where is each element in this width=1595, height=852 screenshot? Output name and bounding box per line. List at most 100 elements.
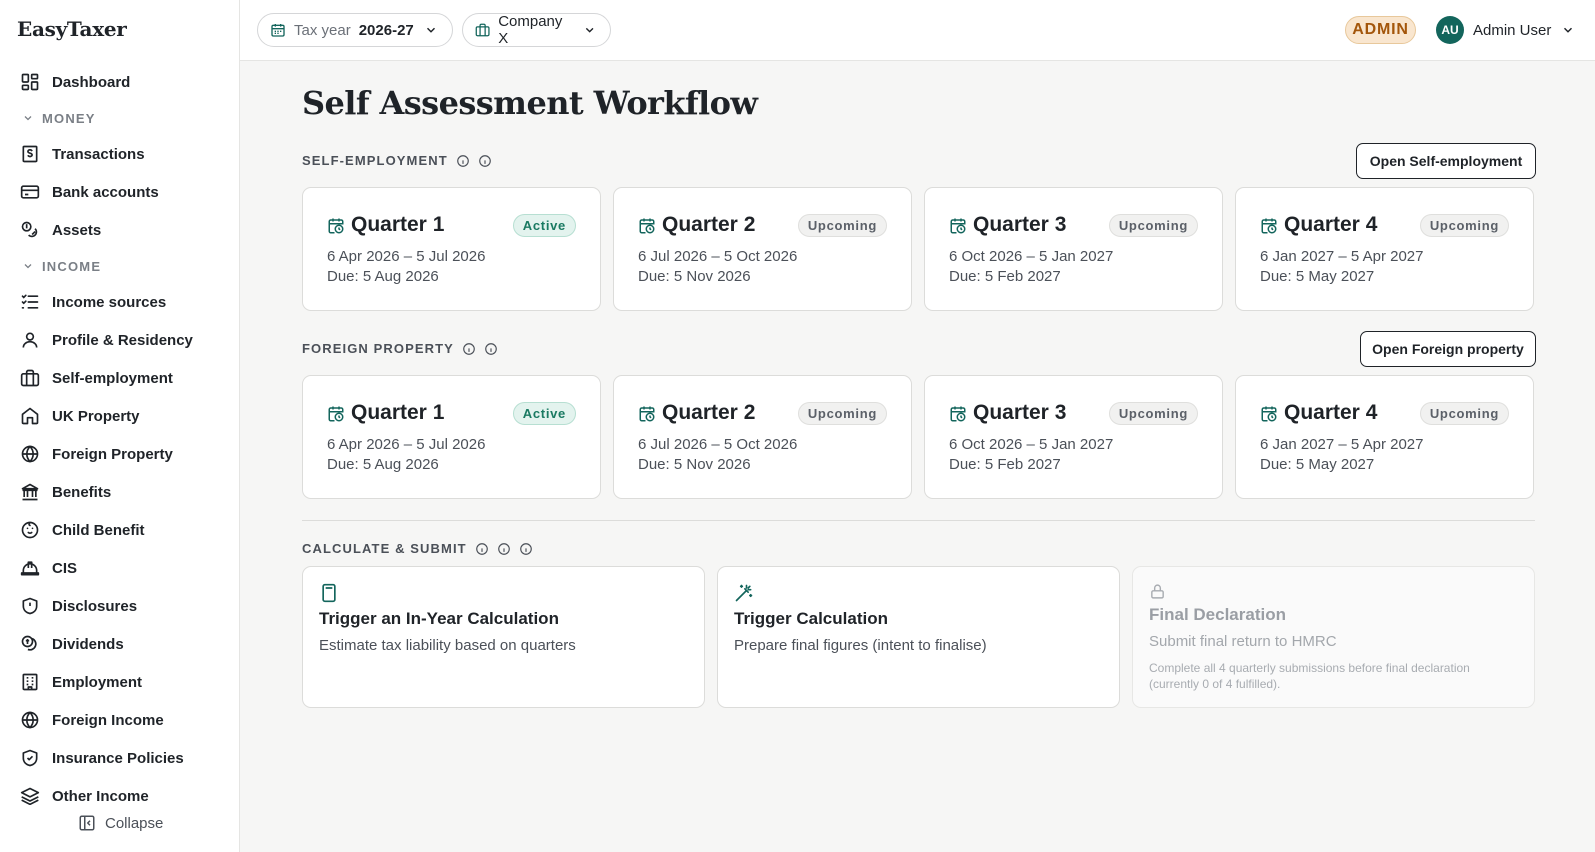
quarter-title: Quarter 2 <box>662 213 756 236</box>
chevron-down-icon <box>1564 27 1573 33</box>
sidebar-item-label: Foreign Property <box>52 445 173 463</box>
briefcase-icon <box>20 369 40 387</box>
user-icon <box>22 332 38 348</box>
quarter-due-date: Due: 5 Aug 2026 <box>327 268 439 285</box>
sidebar: EasyTaxer Dashboard MONEY Transactions B… <box>0 0 240 852</box>
info-icon[interactable] <box>478 154 492 168</box>
sidebar-item-disclosures[interactable]: Disclosures <box>0 587 239 625</box>
page-title: Self Assessment Workflow <box>302 84 758 122</box>
quarter-period: 6 Oct 2026 – 5 Jan 2027 <box>949 436 1114 453</box>
card-description: Submit final return to HMRC <box>1149 633 1337 650</box>
receipt-icon <box>22 145 38 163</box>
role-badge: ADMIN <box>1345 16 1416 44</box>
sidebar-section-label: MONEY <box>42 110 96 126</box>
quarter-period: 6 Jul 2026 – 5 Oct 2026 <box>638 436 798 453</box>
user-menu[interactable]: AU Admin User <box>1436 16 1575 44</box>
info-icon[interactable] <box>519 542 533 556</box>
building-icon <box>22 673 38 691</box>
foreign-property-quarter-4-card[interactable]: Quarter 4 Upcoming 6 Jan 2027 – 5 Apr 20… <box>1235 375 1534 499</box>
self-employment-quarter-3-card[interactable]: Quarter 3 Upcoming 6 Oct 2026 – 5 Jan 20… <box>924 187 1223 311</box>
company-selector[interactable]: Company X <box>462 13 611 47</box>
self-employment-quarter-2-card[interactable]: Quarter 2 Upcoming 6 Jul 2026 – 5 Oct 20… <box>613 187 912 311</box>
sidebar-item-profile-residency[interactable]: Profile & Residency <box>0 321 239 359</box>
sidebar-item-self-employment[interactable]: Self-employment <box>0 359 239 397</box>
sidebar-item-label: Employment <box>52 673 143 691</box>
sidebar-section-money[interactable]: MONEY <box>0 101 239 135</box>
bank-card-icon <box>20 185 40 199</box>
lock-icon <box>1151 584 1164 599</box>
section-label-text: CALCULATE & SUBMIT <box>302 541 467 556</box>
sidebar-item-label: Disclosures <box>52 597 138 615</box>
card-title: Final Declaration <box>1149 605 1286 624</box>
sidebar-item-foreign-income[interactable]: Foreign Income <box>0 701 239 739</box>
info-icon[interactable] <box>462 342 476 356</box>
quarter-title: Quarter 2 <box>662 401 756 424</box>
sidebar-item-cis[interactable]: CIS <box>0 549 239 587</box>
sidebar-item-foreign-property[interactable]: Foreign Property <box>0 435 239 473</box>
quarter-title: Quarter 3 <box>973 213 1067 236</box>
card-note: Complete all 4 quarterly submissions bef… <box>1149 661 1470 691</box>
sidebar-item-dividends[interactable]: Dividends <box>0 625 239 663</box>
sidebar-item-transactions[interactable]: Transactions <box>0 135 239 173</box>
house-icon <box>21 407 39 425</box>
shield-icon <box>22 597 38 615</box>
app-logo[interactable]: EasyTaxer <box>17 17 127 41</box>
sidebar-item-income-sources[interactable]: Income sources <box>0 283 239 321</box>
quarter-due-date: Due: 5 Aug 2026 <box>327 456 439 473</box>
in-year-calculation-card[interactable]: Trigger an In-Year Calculation Estimate … <box>302 566 705 708</box>
info-icon[interactable] <box>484 342 498 356</box>
sidebar-item-label: Self-employment <box>52 369 173 387</box>
sidebar-item-dashboard[interactable]: Dashboard <box>0 63 239 101</box>
sidebar-item-label: Insurance Policies <box>52 749 184 767</box>
open-foreign-property-button[interactable]: Open Foreign property <box>1360 331 1536 367</box>
section-foreign-property-label: FOREIGN PROPERTY <box>302 341 498 356</box>
calendar-clock-icon <box>328 218 344 234</box>
section-self-employment-label: SELF-EMPLOYMENT <box>302 153 492 168</box>
open-self-employment-button[interactable]: Open Self-employment <box>1356 143 1536 179</box>
section-label-text: FOREIGN PROPERTY <box>302 341 454 356</box>
info-icon[interactable] <box>497 542 511 556</box>
calculator-icon <box>322 583 336 603</box>
chevron-down-icon <box>24 116 32 121</box>
info-icon[interactable] <box>475 542 489 556</box>
foreign-property-quarter-2-card[interactable]: Quarter 2 Upcoming 6 Jul 2026 – 5 Oct 20… <box>613 375 912 499</box>
sidebar-item-benefits[interactable]: Benefits <box>0 473 239 511</box>
self-employment-quarter-1-card[interactable]: Quarter 1 Active 6 Apr 2026 – 5 Jul 2026… <box>302 187 601 311</box>
sidebar-item-bank-accounts[interactable]: Bank accounts <box>0 173 239 211</box>
sidebar-section-income[interactable]: INCOME <box>0 249 239 283</box>
quarter-due-date: Due: 5 Feb 2027 <box>949 456 1061 473</box>
foreign-property-quarter-3-card[interactable]: Quarter 3 Upcoming 6 Oct 2026 – 5 Jan 20… <box>924 375 1223 499</box>
quarter-title: Quarter 1 <box>351 213 445 236</box>
sidebar-item-uk-property[interactable]: UK Property <box>0 397 239 435</box>
sidebar-item-other-income[interactable]: Other Income <box>0 777 239 805</box>
user-name: Admin User <box>1473 21 1552 39</box>
sidebar-item-label: Income sources <box>52 293 167 311</box>
sidebar-item-employment[interactable]: Employment <box>0 663 239 701</box>
quarter-period: 6 Apr 2026 – 5 Jul 2026 <box>327 436 486 453</box>
final-declaration-card: Final Declaration Submit final return to… <box>1132 566 1535 708</box>
status-badge: Upcoming <box>1108 402 1198 425</box>
foreign-property-quarter-1-card[interactable]: Quarter 1 Active 6 Apr 2026 – 5 Jul 2026… <box>302 375 601 499</box>
card-description: Estimate tax liability based on quarters <box>319 637 576 654</box>
self-employment-quarter-4-card[interactable]: Quarter 4 Upcoming 6 Jan 2027 – 5 Apr 20… <box>1235 187 1534 311</box>
landmark-icon <box>21 483 39 501</box>
tax-year-selector[interactable]: Tax year 2026-27 <box>257 13 453 47</box>
chevron-down-icon <box>24 264 32 269</box>
chevron-down-icon <box>426 27 435 33</box>
quarter-period: 6 Jan 2027 – 5 Apr 2027 <box>1260 436 1424 453</box>
status-badge: Upcoming <box>1419 402 1509 425</box>
sidebar-item-insurance-policies[interactable]: Insurance Policies <box>0 739 239 777</box>
company-name: Company X <box>498 13 563 47</box>
status-badge: Active <box>512 214 576 237</box>
building-icon <box>475 23 490 37</box>
sidebar-item-child-benefit[interactable]: Child Benefit <box>0 511 239 549</box>
coins-icon <box>21 221 38 238</box>
calendar-clock-icon <box>639 218 655 234</box>
collapse-button[interactable]: Collapse <box>78 814 163 832</box>
tax-year-label: Tax year <box>294 21 351 39</box>
trigger-calculation-card[interactable]: Trigger Calculation Prepare final figure… <box>717 566 1120 708</box>
sidebar-item-assets[interactable]: Assets <box>0 211 239 249</box>
info-icon[interactable] <box>456 154 470 168</box>
sidebar-item-label: Bank accounts <box>52 183 159 201</box>
quarter-due-date: Due: 5 May 2027 <box>1260 456 1375 473</box>
